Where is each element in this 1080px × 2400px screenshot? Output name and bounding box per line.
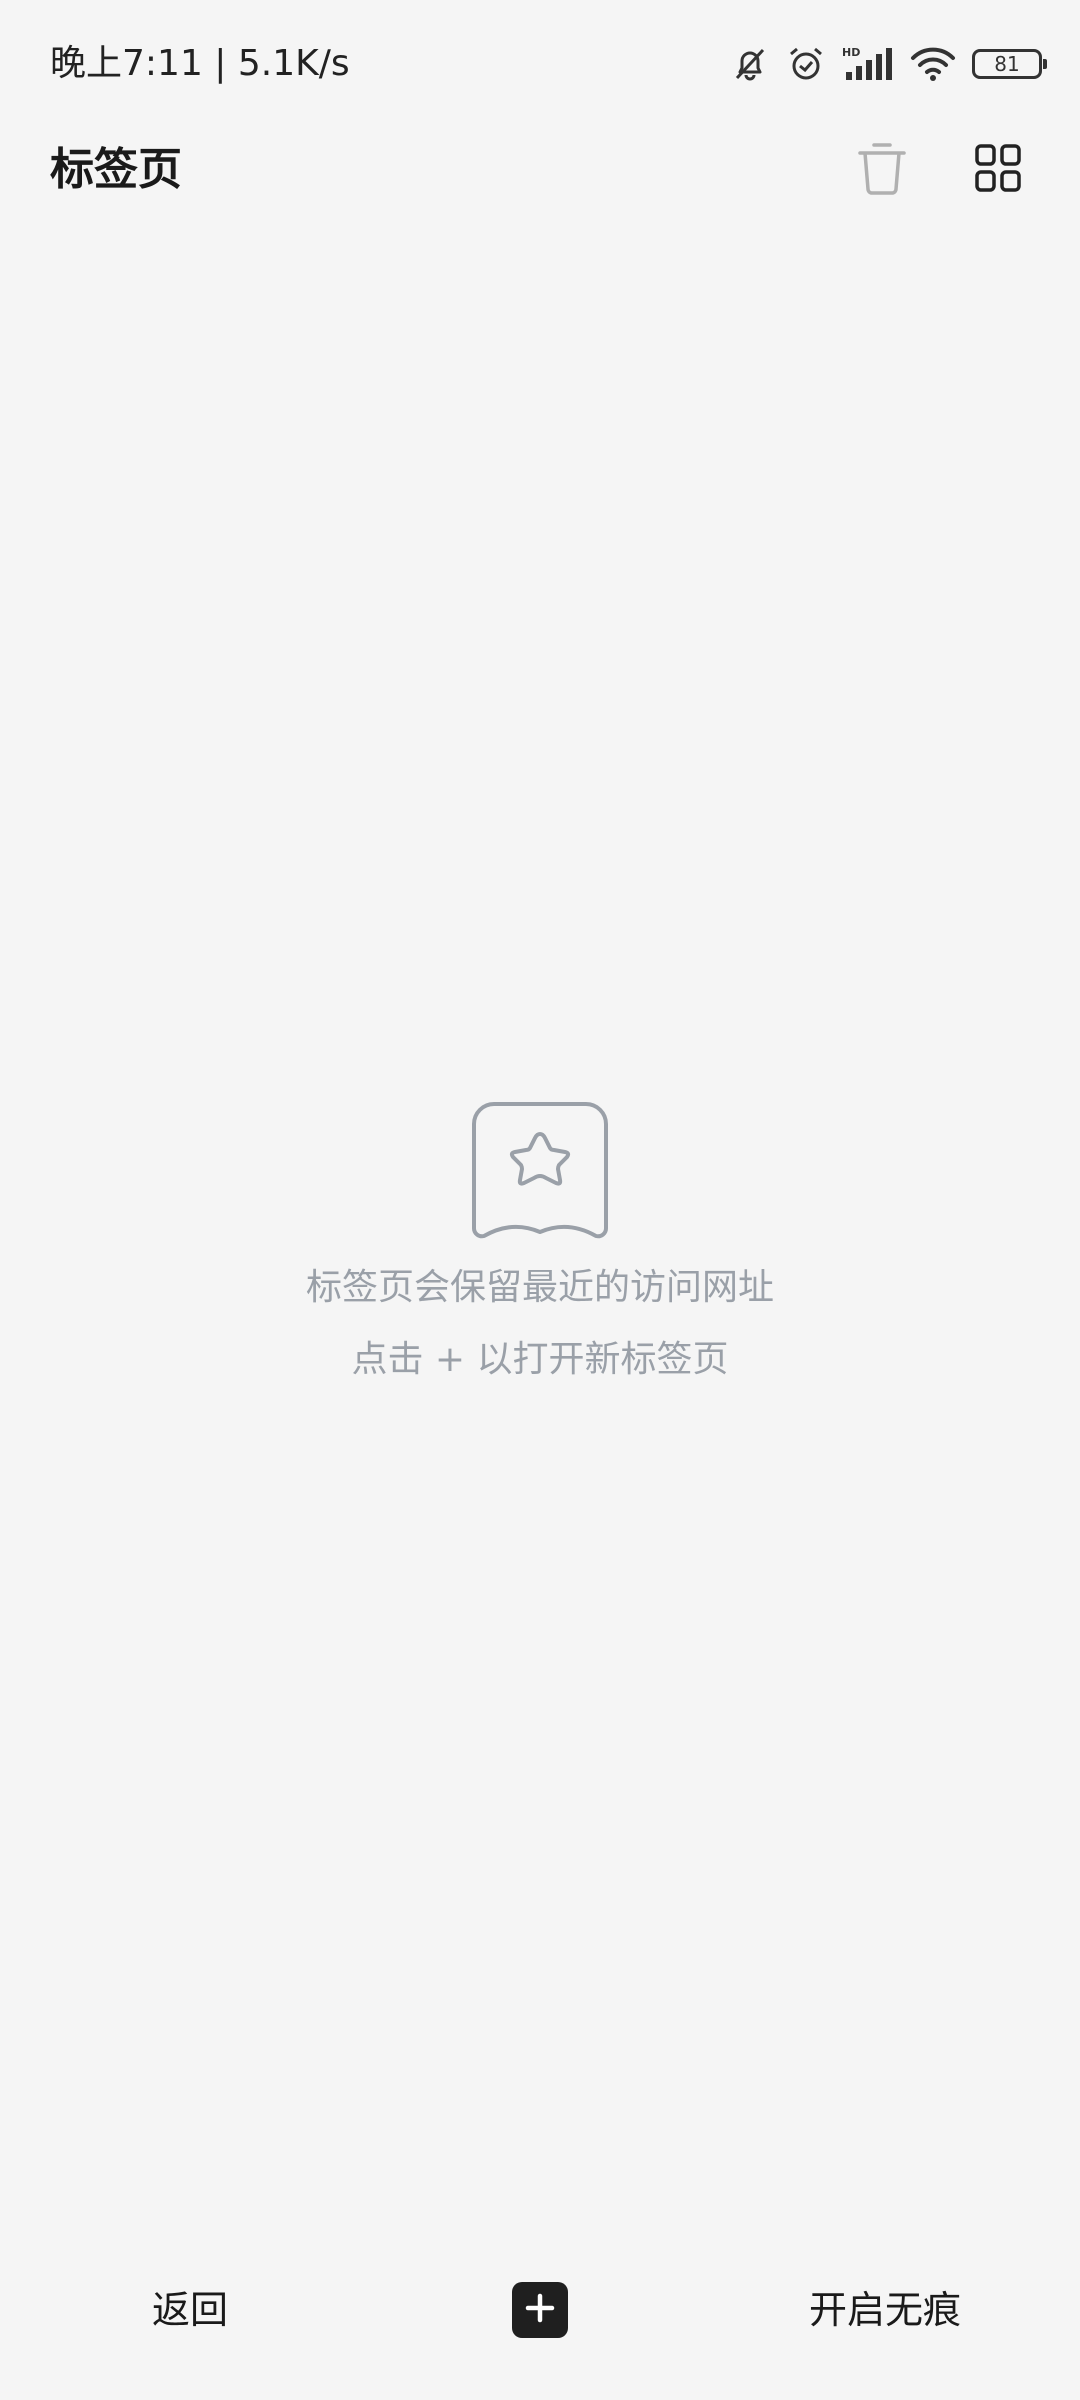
svg-text:HD: HD — [842, 46, 860, 59]
bottom-bar: 返回 开启无痕 — [0, 2250, 1080, 2370]
status-bar: 晚上7:11 | 5.1K/s HD 81 — [0, 0, 1080, 120]
page-title: 标签页 — [50, 144, 182, 195]
trash-icon — [856, 139, 908, 201]
bell-off-icon — [730, 44, 770, 84]
grid-view-button[interactable] — [968, 138, 1028, 202]
grid-icon — [974, 143, 1022, 197]
status-time: 晚上7:11 | 5.1K/s — [50, 43, 350, 84]
hd-signal-icon: HD — [842, 44, 894, 84]
star-bookmark-icon — [470, 1100, 610, 1246]
header: 标签页 — [0, 120, 1080, 220]
empty-state-hint: 点击 + 以打开新标签页 — [351, 1339, 729, 1380]
wifi-icon — [910, 44, 956, 84]
incognito-button[interactable]: 开启无痕 — [790, 2280, 980, 2340]
empty-state: 标签页会保留最近的访问网址 点击 + 以打开新标签页 — [0, 1100, 1080, 1384]
status-icons: HD 81 — [730, 40, 1047, 88]
battery-icon: 81 — [972, 49, 1047, 79]
empty-state-message: 标签页会保留最近的访问网址 — [305, 1267, 774, 1308]
plus-icon — [524, 2292, 556, 2328]
clear-tabs-button[interactable] — [852, 138, 912, 202]
back-button[interactable]: 返回 — [120, 2280, 260, 2340]
battery-level: 81 — [994, 52, 1020, 76]
tabs-screen: 晚上7:11 | 5.1K/s HD 81 标签页 标签页会保留最近的访问网址 … — [0, 0, 1080, 2400]
new-tab-button[interactable] — [512, 2282, 568, 2338]
alarm-icon — [786, 44, 826, 84]
